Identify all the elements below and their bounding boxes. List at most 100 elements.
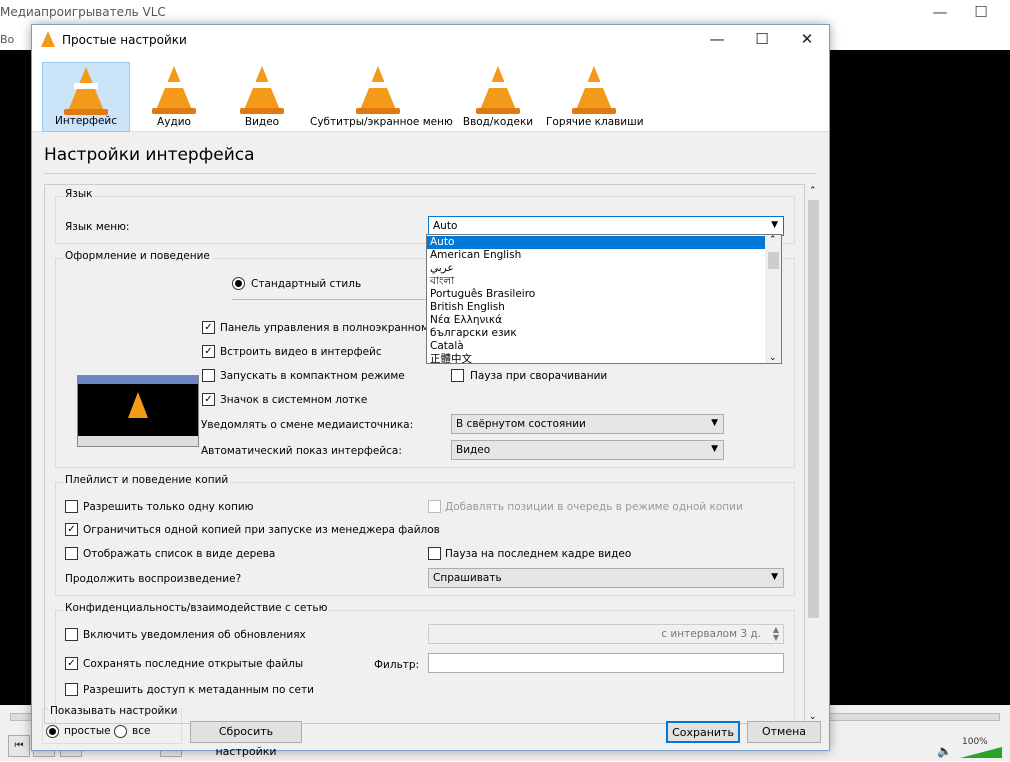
all-label: все [132, 725, 151, 737]
tab-input-codecs[interactable]: Ввод/кодеки [454, 62, 542, 132]
recent-files-checkbox[interactable]: ✓ [65, 657, 78, 670]
tab-subtitles[interactable]: Субтитры/экранное меню [310, 62, 453, 132]
tab-label: Аудио [157, 116, 191, 128]
chevron-down-icon: ▼ [771, 572, 778, 582]
language-dropdown-list[interactable]: Auto American English عربي বাংলা Portugu… [426, 234, 782, 364]
spin-arrows-icon[interactable]: ▲ ▼ [773, 626, 779, 642]
continue-label: Продолжить воспроизведение? [65, 573, 242, 585]
autoraise-label: Автоматический показ интерфейса: [201, 445, 402, 457]
metadata-checkbox[interactable] [65, 683, 78, 696]
fullscreen-controller-checkbox[interactable]: ✓ [202, 321, 215, 334]
cancel-button[interactable]: Отмена [747, 721, 821, 743]
continue-select[interactable]: Спрашивать ▼ [428, 568, 784, 588]
input-codecs-icon [480, 66, 516, 110]
dialog-title: Простые настройки [62, 33, 187, 47]
minimal-view-checkbox[interactable] [202, 369, 215, 382]
previous-icon[interactable]: ⏮ [8, 735, 30, 757]
maximize-button[interactable]: ☐ [739, 25, 785, 54]
all-radio[interactable] [114, 725, 127, 738]
dropdown-option[interactable]: Νέα Ελληνικά [427, 314, 766, 327]
dropdown-option[interactable]: عربي [427, 262, 766, 275]
dropdown-option[interactable]: 正體中文 [427, 353, 766, 363]
minimize-button[interactable]: — [694, 25, 740, 54]
notify-select[interactable]: В свёрнутом состоянии ▼ [451, 414, 724, 434]
chevron-down-icon: ▼ [711, 418, 718, 428]
filter-input[interactable] [428, 653, 784, 673]
scroll-down-icon[interactable]: ⌄ [769, 353, 777, 363]
one-instance-label: Разрешить только одну копию [83, 501, 254, 513]
select-value: Видео [456, 444, 491, 456]
interface-cone-icon [68, 67, 104, 111]
minimal-view-label: Запускать в компактном режиме [220, 370, 405, 382]
audio-headphones-icon [156, 66, 192, 110]
reset-button[interactable]: Сбросить настройки [190, 721, 302, 758]
scroll-up-icon[interactable]: ⌃ [769, 235, 777, 245]
group-title: Оформление и поведение [63, 250, 212, 262]
native-style-label: Стандартный стиль [251, 278, 362, 290]
vlc-menu-fragment[interactable]: Во [0, 33, 14, 46]
save-button[interactable]: Сохранить [666, 721, 740, 743]
tab-label: Видео [244, 116, 280, 128]
menu-language-select[interactable]: Auto ▼ [428, 216, 784, 236]
dropdown-option[interactable]: Català [427, 340, 766, 353]
close-button[interactable]: ✕ [784, 25, 830, 54]
divider [44, 173, 817, 174]
video-glasses-icon [244, 66, 280, 110]
dropdown-option[interactable]: български език [427, 327, 766, 340]
interface-preview-image [77, 375, 199, 447]
tab-label: Горячие клавиши [546, 116, 644, 128]
group-title: Плейлист и поведение копий [63, 474, 231, 486]
dropdown-option[interactable]: American English [427, 249, 766, 262]
scrollbar-thumb[interactable] [808, 200, 819, 618]
vlc-window-title: Медиапроигрыватель VLC [0, 5, 166, 19]
recent-files-label: Сохранять последние открытые файлы [83, 658, 304, 670]
embed-video-label: Встроить видео в интерфейс [220, 346, 382, 358]
update-interval-spinbox[interactable]: с интервалом 3 д. ▲ ▼ [428, 624, 784, 644]
pause-minimized-checkbox[interactable] [451, 369, 464, 382]
pause-minimized-label: Пауза при сворачивании [470, 370, 608, 382]
vlc-cone-icon [41, 31, 55, 47]
dropdown-option[interactable]: British English [427, 301, 766, 314]
systray-checkbox[interactable]: ✓ [202, 393, 215, 406]
dialog-titlebar: Простые настройки — ☐ ✕ [32, 25, 829, 54]
simple-radio[interactable] [46, 725, 59, 738]
category-toolbar: Интерфейс Аудио Видео Субтитры/экранное … [32, 54, 829, 132]
tree-view-checkbox[interactable] [65, 547, 78, 560]
select-value: Спрашивать [433, 572, 502, 584]
scroll-up-icon[interactable]: ⌃ [809, 186, 817, 196]
one-instance-fm-checkbox[interactable]: ✓ [65, 523, 78, 536]
interval-value: с интервалом 3 д. [661, 628, 761, 640]
filter-label: Фильтр: [374, 659, 420, 671]
embed-video-checkbox[interactable]: ✓ [202, 345, 215, 358]
volume-slider[interactable] [960, 747, 1002, 758]
autoraise-select[interactable]: Видео ▼ [451, 440, 724, 460]
vlc-maximize-button[interactable]: ☐ [966, 3, 996, 21]
dropdown-option[interactable]: Português Brasileiro [427, 288, 766, 301]
vlc-minimize-button[interactable]: — [925, 3, 955, 21]
select-value: Auto [433, 220, 458, 232]
systray-label: Значок в системном лотке [220, 394, 368, 406]
fullscreen-controller-label: Панель управления в полноэкранном реж [220, 322, 455, 334]
dropdown-scroll-thumb[interactable] [768, 252, 779, 269]
tab-label: Субтитры/экранное меню [310, 116, 453, 128]
group-title: Язык [63, 188, 95, 200]
show-settings-label: Показывать настройки [48, 705, 180, 717]
one-instance-checkbox[interactable] [65, 500, 78, 513]
updates-checkbox[interactable] [65, 628, 78, 641]
page-title: Настройки интерфейса [44, 145, 255, 165]
group-title: Конфиденциальность/взаимодействие с сеть… [63, 602, 330, 614]
tab-hotkeys[interactable]: Горячие клавиши [546, 62, 644, 132]
tab-audio[interactable]: Аудио [134, 62, 214, 132]
dropdown-option[interactable]: Auto [427, 236, 766, 249]
native-style-radio[interactable] [232, 277, 245, 290]
divider [232, 299, 432, 300]
volume-icon[interactable]: 🔈 [937, 744, 952, 758]
chevron-down-icon: ▼ [711, 444, 718, 454]
tab-video[interactable]: Видео [222, 62, 302, 132]
pause-last-checkbox[interactable] [428, 547, 441, 560]
enqueue-checkbox[interactable] [428, 500, 441, 513]
tab-interface[interactable]: Интерфейс [42, 62, 130, 132]
one-instance-fm-label: Ограничиться одной копией при запуске из… [83, 524, 440, 536]
simple-label: простые [64, 725, 111, 737]
dropdown-option[interactable]: বাংলা [427, 275, 766, 288]
